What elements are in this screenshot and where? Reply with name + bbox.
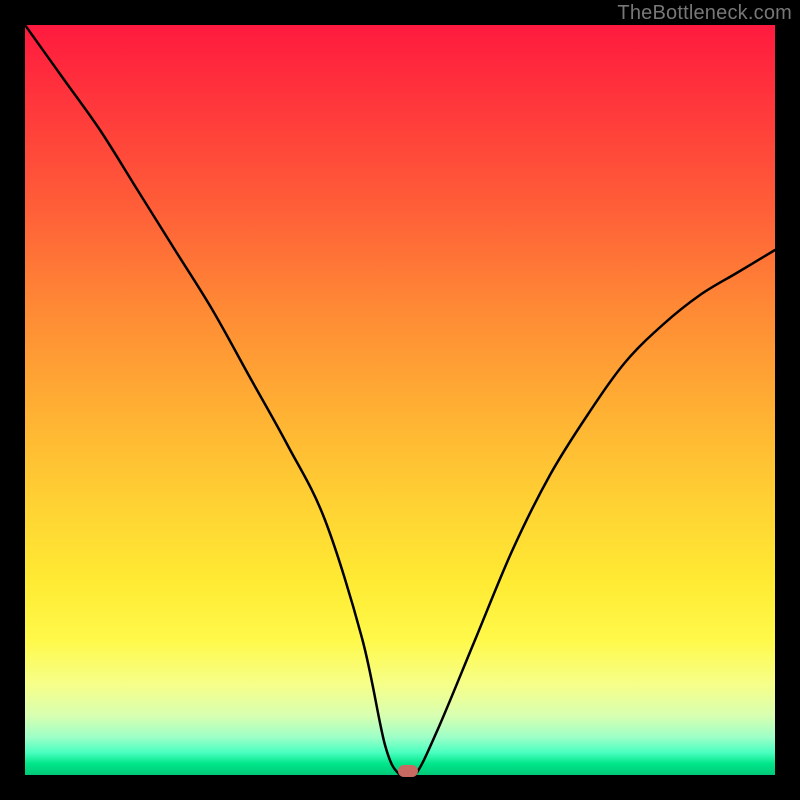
bottleneck-curve [25,25,775,775]
gradient-plot-area [25,25,775,775]
watermark-text: TheBottleneck.com [617,2,792,25]
bottleneck-marker [398,765,418,777]
chart-frame: TheBottleneck.com [0,0,800,800]
